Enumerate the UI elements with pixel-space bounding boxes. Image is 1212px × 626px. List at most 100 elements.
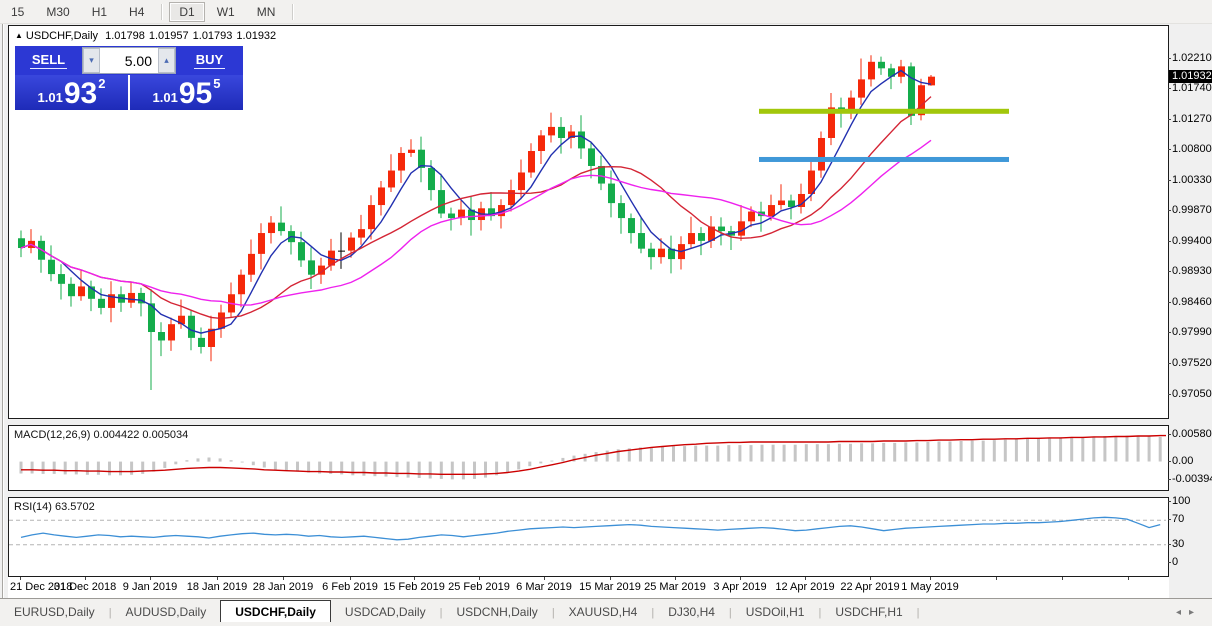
tab-eurusd-daily[interactable]: EURUSD,Daily: [0, 602, 109, 623]
sell-price-pip: 2: [98, 76, 105, 91]
macd-indicator-panel[interactable]: MACD(12,26,9) 0.004422 0.005034: [8, 425, 1169, 491]
collapse-triangle-icon[interactable]: ▲: [15, 31, 23, 40]
candle-body: [378, 187, 385, 205]
price-axis-label: 0.99870: [1172, 204, 1212, 216]
tab-usdchf-h1[interactable]: USDCHF,H1: [821, 602, 916, 623]
buy-price[interactable]: 1.01 95 5: [130, 75, 243, 110]
tab-usdchf-daily[interactable]: USDCHF,Daily: [220, 600, 331, 623]
macd-histogram-bar: [429, 462, 432, 479]
price-axis-label: 0.98460: [1172, 296, 1212, 308]
timeframe-toolbar: 15M30H1H4 D1W1MN: [0, 0, 1212, 24]
candle-body: [638, 233, 645, 249]
trade-panel-top-row: SELL ▾ ▴ BUY: [15, 46, 243, 75]
macd-histogram-bar: [1159, 437, 1162, 462]
rsi-axis-label: 100: [1172, 495, 1190, 507]
macd-histogram-bar: [772, 445, 775, 462]
macd-histogram-bar: [805, 444, 808, 461]
macd-histogram-bar: [53, 462, 56, 474]
macd-histogram-bar: [849, 444, 852, 462]
macd-histogram-bar: [274, 462, 277, 470]
macd-histogram-bar: [550, 461, 553, 462]
sell-button[interactable]: SELL: [15, 46, 82, 75]
macd-histogram-bar: [960, 441, 963, 462]
horizontal-line[interactable]: [759, 109, 1009, 114]
tab-usdoil-h1[interactable]: USDOil,H1: [732, 602, 819, 623]
volume-decrease-button[interactable]: ▾: [83, 48, 100, 73]
timeframe-button-w1[interactable]: W1: [207, 2, 245, 22]
time-axis-label: 31 Dec 2018: [54, 581, 116, 593]
tab-dj30-h4[interactable]: DJ30,H4: [654, 602, 729, 623]
axis-tick: [1168, 544, 1171, 545]
horizontal-line[interactable]: [759, 157, 1009, 162]
time-axis-tick: [414, 577, 415, 580]
macd-histogram-bar: [64, 462, 67, 475]
candle-body: [428, 168, 435, 190]
candle-body: [748, 212, 755, 222]
buy-button[interactable]: BUY: [176, 46, 243, 75]
candle-body: [258, 233, 265, 254]
time-axis-label: 6 Mar 2019: [516, 581, 572, 593]
macd-histogram-bar: [871, 443, 874, 461]
timeframe-button-h1[interactable]: H1: [82, 2, 117, 22]
candle-body: [78, 286, 85, 296]
sell-price[interactable]: 1.01 93 2: [15, 75, 128, 110]
macd-histogram-bar: [1103, 436, 1106, 462]
macd-histogram-bar: [407, 462, 410, 478]
tab-usdcad-daily[interactable]: USDCAD,Daily: [331, 602, 440, 623]
timeframe-button-d1[interactable]: D1: [169, 2, 204, 22]
candle-body: [268, 223, 275, 233]
timeframe-button-mn[interactable]: MN: [247, 2, 286, 22]
timeframe-button-m30[interactable]: M30: [36, 2, 79, 22]
candle-body: [218, 312, 225, 328]
price-axis-label: 0.98930: [1172, 265, 1212, 277]
main-chart-panel[interactable]: ▲USDCHF,Daily 1.017981.019571.017931.019…: [8, 25, 1169, 419]
toolbar-separator: [292, 4, 293, 20]
candle-body: [518, 172, 525, 190]
candle-body: [658, 249, 665, 257]
time-axis-label: 15 Feb 2019: [383, 581, 445, 593]
macd-histogram-bar: [539, 462, 542, 464]
time-axis-tick: [217, 577, 218, 580]
toolbar-separator: [161, 4, 162, 20]
tab-scroll-left-icon[interactable]: ◂: [1176, 607, 1189, 618]
tab-audusd-daily[interactable]: AUDUSD,Daily: [112, 602, 221, 623]
macd-histogram-bar: [108, 462, 111, 476]
window-frame-left: [2, 24, 3, 622]
ohlc-high: 1.01957: [149, 30, 189, 42]
tab-xauusd-h4[interactable]: XAUUSD,H4: [555, 602, 652, 623]
tab-scroll-right-icon[interactable]: ▸: [1189, 607, 1202, 618]
candle-body: [358, 229, 365, 237]
tab-scroll-arrows: ◂▸: [1176, 607, 1202, 623]
macd-histogram-bar: [683, 446, 686, 462]
timeframe-button-15[interactable]: 15: [1, 2, 34, 22]
candle-body: [528, 151, 535, 172]
macd-histogram-bar: [949, 442, 952, 462]
time-axis[interactable]: 21 Dec 201831 Dec 20189 Jan 201918 Jan 2…: [8, 577, 1169, 598]
timeframe-button-h4[interactable]: H4: [119, 2, 154, 22]
candle-body: [278, 223, 285, 231]
tab-usdcnh-daily[interactable]: USDCNH,Daily: [442, 602, 551, 623]
candle-body: [308, 260, 315, 274]
price-axis[interactable]: 1.022101.017401.012701.008001.003300.998…: [1169, 0, 1212, 626]
rsi-axis-label: 30: [1172, 538, 1184, 550]
macd-label: MACD(12,26,9) 0.004422 0.005034: [14, 429, 188, 441]
rsi-indicator-panel[interactable]: RSI(14) 63.5702: [8, 497, 1169, 577]
candle-body: [238, 275, 245, 295]
macd-histogram-bar: [351, 462, 354, 476]
volume-increase-button[interactable]: ▴: [158, 48, 175, 73]
time-axis-label: 25 Mar 2019: [644, 581, 706, 593]
volume-input[interactable]: [100, 48, 158, 73]
current-price-tag: 1.01932: [1169, 70, 1212, 83]
price-axis-label: 1.02210: [1172, 52, 1212, 64]
macd-histogram-bar: [1048, 438, 1051, 462]
candle-body: [548, 127, 555, 135]
time-axis-label: 6 Feb 2019: [322, 581, 378, 593]
price-axis-label: 0.97520: [1172, 357, 1212, 369]
macd-histogram-bar: [860, 443, 863, 461]
candle-body: [198, 338, 205, 347]
time-axis-tick: [740, 577, 741, 580]
candle-body: [508, 190, 515, 205]
candle-body: [738, 221, 745, 235]
rsi-chart-canvas[interactable]: [9, 498, 1166, 574]
macd-histogram-bar: [1081, 437, 1084, 462]
